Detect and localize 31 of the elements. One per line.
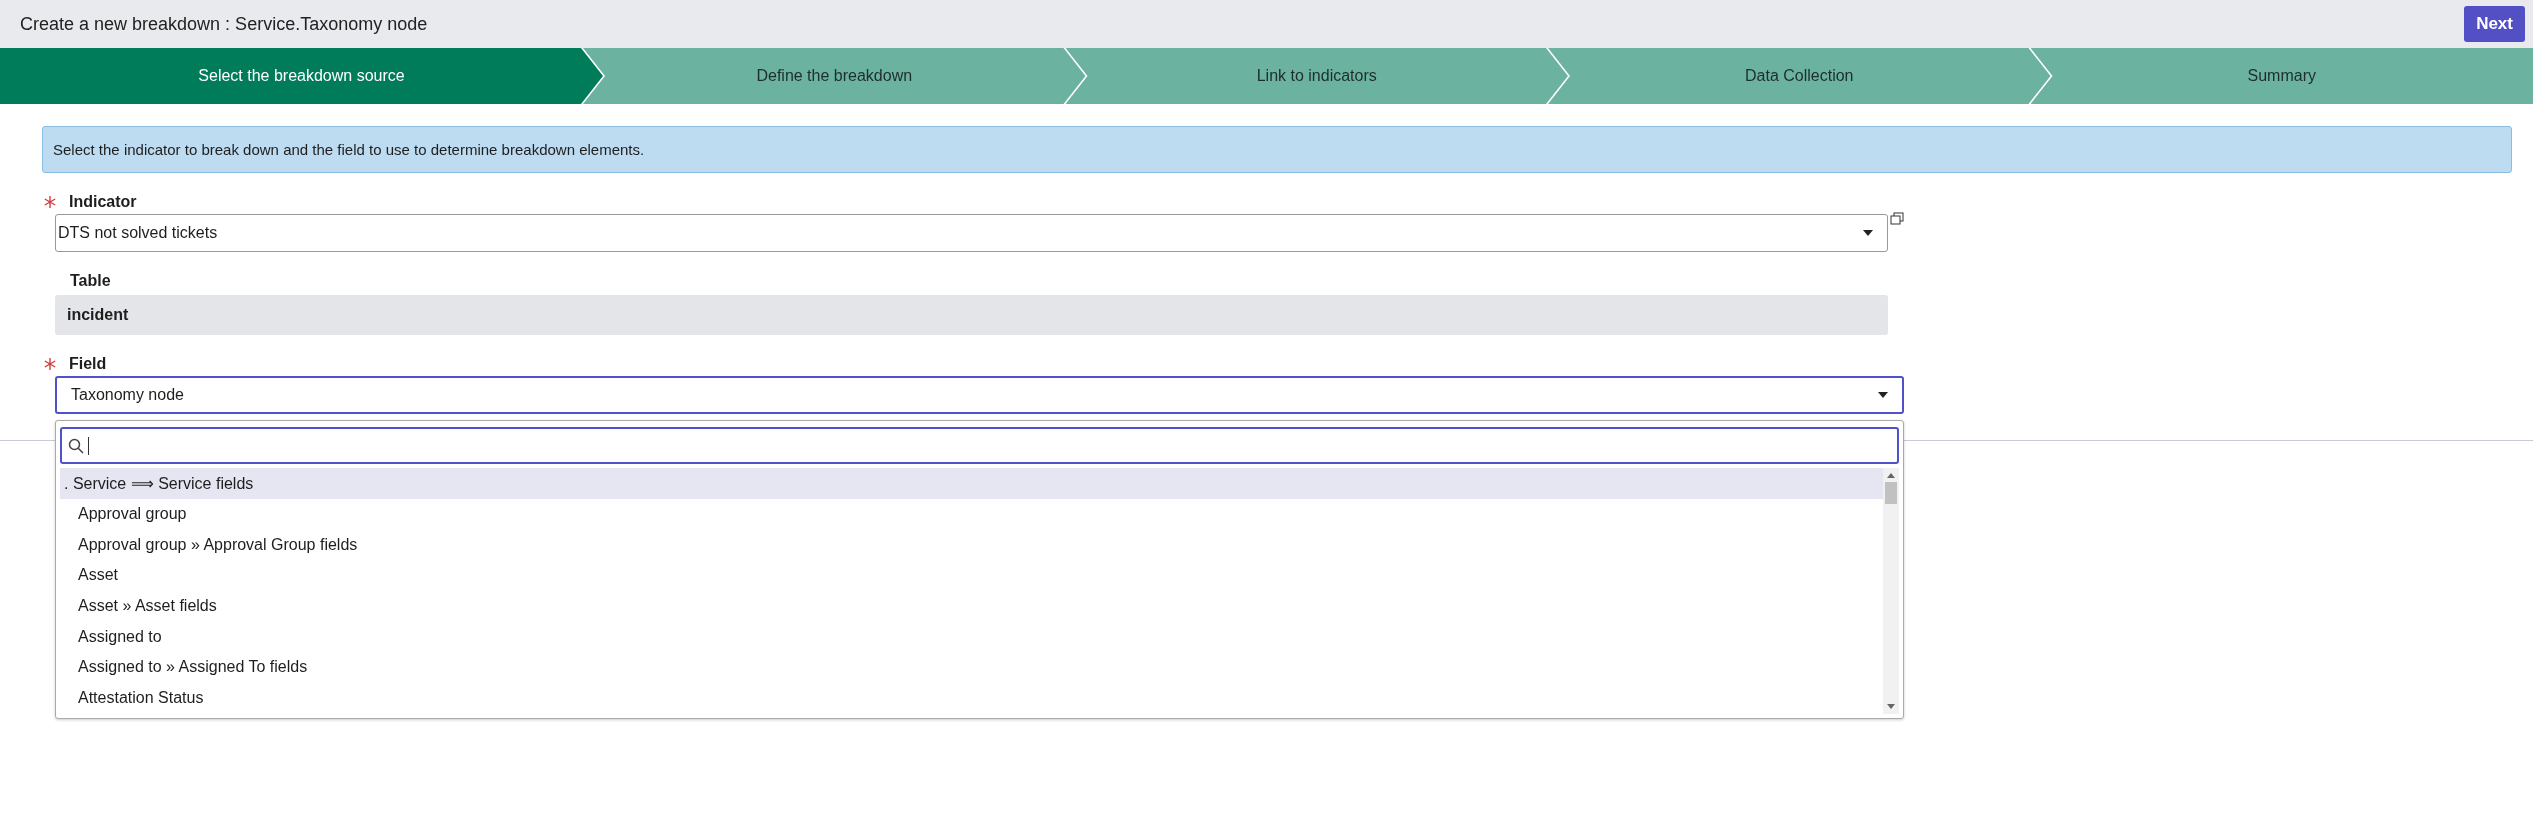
search-field[interactable]	[60, 427, 1899, 464]
dropdown-option[interactable]: Assigned to » Assigned To fields	[60, 652, 1883, 683]
scrollbar[interactable]	[1883, 468, 1899, 714]
caret-icon	[1878, 392, 1888, 398]
scroll-up-icon[interactable]	[1887, 472, 1895, 478]
copy-icon[interactable]	[1890, 212, 1904, 226]
field-label: Field	[69, 355, 107, 373]
scrollbar-thumb[interactable]	[1885, 482, 1897, 504]
dropdown-option[interactable]: Assigned to	[60, 621, 1883, 653]
dropdown-option[interactable]: Approval group	[60, 498, 1883, 530]
wizard-step[interactable]: Select the breakdown source	[0, 48, 603, 104]
dropdown-option[interactable]: Asset » Asset fields	[60, 590, 1883, 622]
wizard-step[interactable]: Summary	[2030, 48, 2533, 104]
wizard-step[interactable]: Link to indicators	[1065, 48, 1568, 104]
search-icon	[68, 437, 84, 454]
info-message: Select the indicator to break down and the field to use to determine breakdown elements.	[42, 126, 2512, 173]
dropdown-option[interactable]: Asset	[60, 560, 1883, 591]
page-title: Create a new breakdown : Service.Taxonomy node	[20, 13, 428, 35]
dropdown-option[interactable]: Attestation Status	[60, 682, 1883, 714]
field-label: Indicator	[69, 193, 137, 211]
dropdown-option[interactable]: . Service ⟹ Service fields	[60, 468, 1883, 499]
wizard-step[interactable]: Define the breakdown	[583, 48, 1086, 104]
wizard-step[interactable]: Data Collection	[1548, 48, 2051, 104]
next-button[interactable]: Next	[2464, 6, 2525, 42]
field-label: Table	[70, 272, 111, 290]
dropdown-option[interactable]: Approval group » Approval Group fields	[60, 529, 1883, 561]
readonly-field: incident	[55, 295, 1888, 335]
caret-icon	[1863, 230, 1873, 236]
select-field[interactable]: Taxonomy node	[55, 376, 1904, 414]
select-field[interactable]: DTS not solved tickets	[55, 214, 1888, 252]
scroll-down-icon[interactable]	[1887, 703, 1895, 710]
